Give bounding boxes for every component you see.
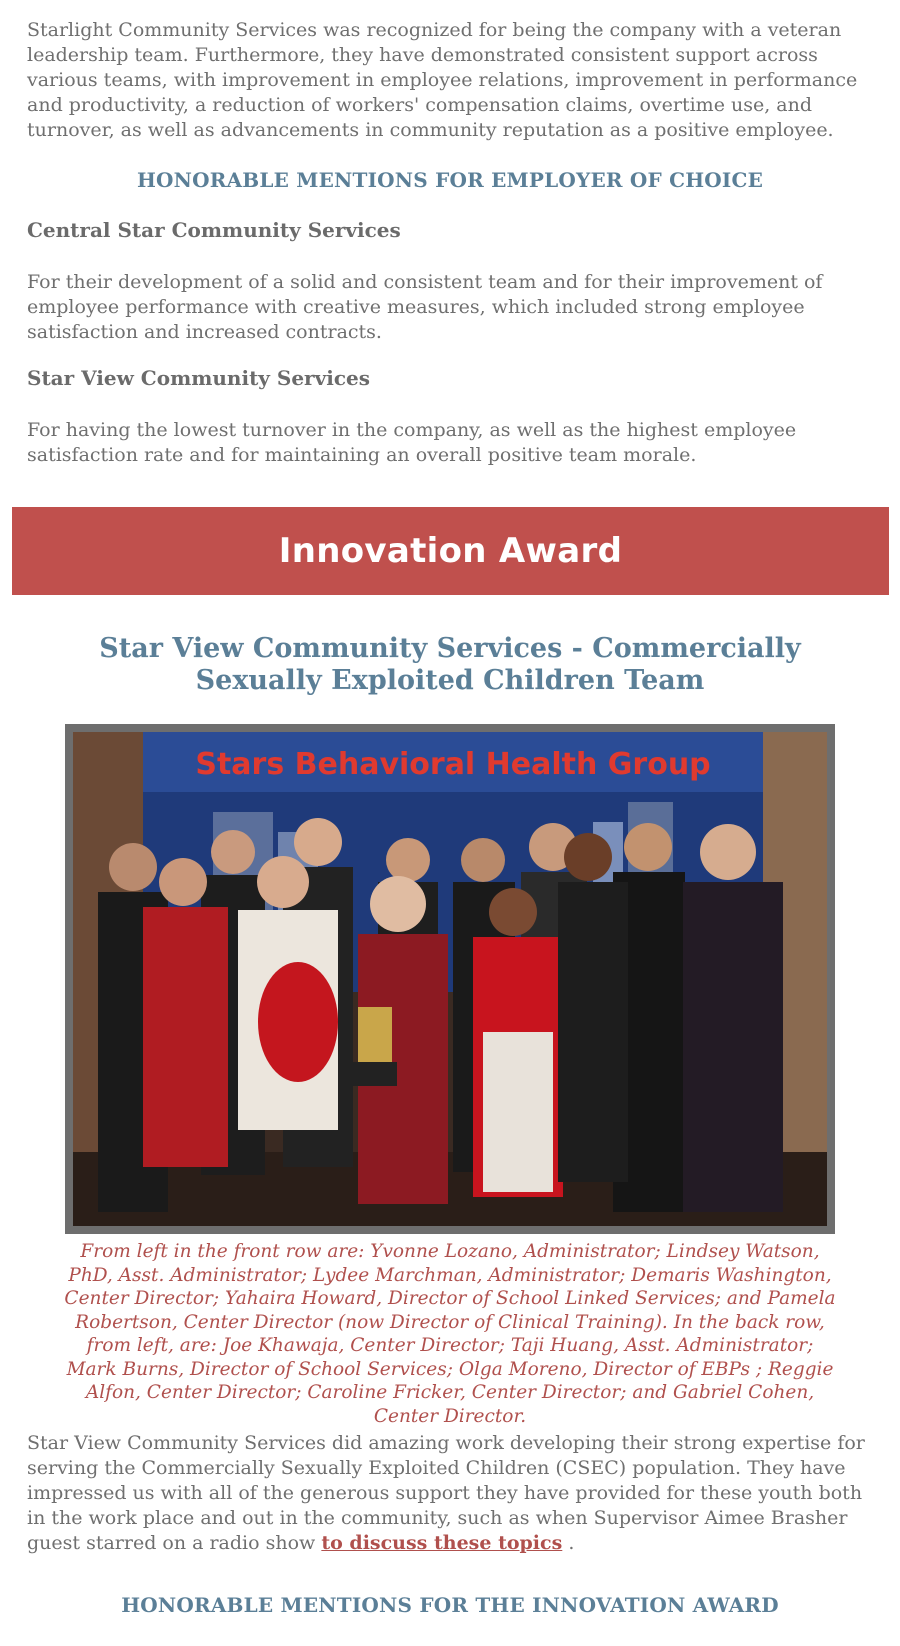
intro-paragraph: Starlight Community Services was recogni…	[27, 19, 858, 141]
award-description-tail: .	[562, 1532, 575, 1554]
employer-honorable-heading: HONORABLE MENTIONS FOR EMPLOYER OF CHOIC…	[136, 168, 764, 192]
team-photo-frame: Stars Behavioral Health Group	[65, 724, 835, 1234]
photo-caption: From left in the front row are: Yvonne L…	[64, 1241, 836, 1427]
innovation-honorable-heading: HONORABLE MENTIONS FOR THE INNOVATION AW…	[121, 1593, 779, 1617]
honorable-entry-name: Central Star Community Services	[27, 218, 401, 242]
banner-title: Innovation Award	[278, 531, 623, 571]
team-photo: Stars Behavioral Health Group	[73, 732, 827, 1226]
innovation-award-banner: Innovation Award	[12, 507, 889, 595]
discuss-topics-link[interactable]: to discuss these topics	[321, 1532, 562, 1554]
honorable-entry-name: Star View Community Services	[27, 366, 370, 390]
honorable-entry-text: For their development of a solid and con…	[27, 271, 823, 343]
team-photo-image: Stars Behavioral Health Group	[73, 732, 827, 1226]
photo-banner-text: Stars Behavioral Health Group	[195, 747, 710, 782]
honorable-entry-text: For having the lowest turnover in the co…	[27, 419, 797, 466]
award-description: Star View Community Services did amazing…	[27, 1431, 875, 1556]
award-title: Star View Community Services - Commercia…	[99, 633, 801, 696]
